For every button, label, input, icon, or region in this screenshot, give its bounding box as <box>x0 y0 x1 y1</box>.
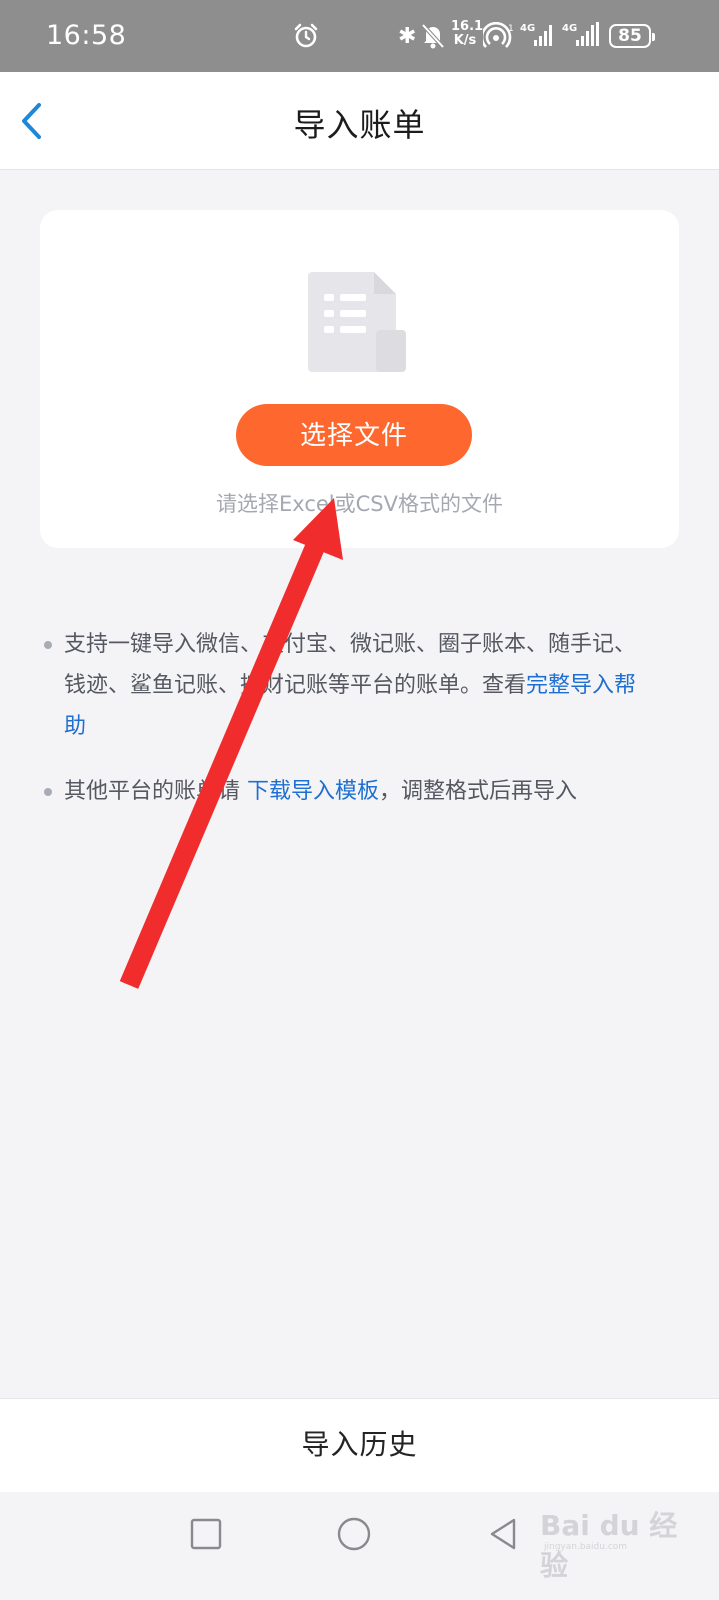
bottom-bar: 导入历史 <box>0 1398 719 1492</box>
list-item: 其他平台的账单请 下载导入模板，调整格式后再导入 <box>42 771 642 812</box>
list-item: 支持一键导入微信、支付宝、微记账、圈子账本、随手记、钱迹、鲨鱼记账、挖财记账等平… <box>42 624 642 747</box>
alarm-icon <box>294 23 318 48</box>
tip-suffix: ，调整格式后再导入 <box>379 779 578 804</box>
import-history-button[interactable]: 导入历史 <box>0 1423 719 1463</box>
network-speed: 16.1 K/s <box>451 19 484 48</box>
document-icon <box>308 272 406 372</box>
app-header: 导入账单 <box>0 72 719 170</box>
select-file-button[interactable]: 选择文件 <box>236 404 472 466</box>
tips-list: 支持一键导入微信、支付宝、微记账、圈子账本、随手记、钱迹、鲨鱼记账、挖财记账等平… <box>42 624 642 836</box>
tip-text: 其他平台的账单请 <box>64 779 247 804</box>
upload-card: 选择文件 请选择Excel或CSV格式的文件 <box>40 210 679 548</box>
bullet-dot <box>44 641 52 649</box>
status-time: 16:58 <box>46 20 127 51</box>
svg-text:1: 1 <box>508 24 513 34</box>
hotspot-icon: 1 <box>483 22 513 48</box>
download-template-link[interactable]: 下载导入模板 <box>247 779 379 804</box>
bullet-dot <box>44 788 52 796</box>
mute-icon <box>421 23 445 49</box>
signal-4g-icon: 4G <box>562 22 599 46</box>
file-format-hint: 请选择Excel或CSV格式的文件 <box>216 492 503 516</box>
bluetooth-icon: ✱ <box>398 24 417 49</box>
page-title: 导入账单 <box>293 106 426 144</box>
triangle-back-icon[interactable] <box>484 1514 524 1554</box>
status-bar: 16:58 ✱ 16.1 K/s 1 4G 4G 85 <box>0 0 719 72</box>
signal-4g-icon: 4G <box>520 23 552 46</box>
square-recent-icon[interactable] <box>186 1514 226 1554</box>
baidu-watermark: Bai du 经验 jingyan.baidu.com <box>538 1496 678 1582</box>
watermark-url: jingyan.baidu.com <box>544 1542 628 1552</box>
svg-text:4G: 4G <box>562 23 577 34</box>
svg-text:4G: 4G <box>520 23 535 34</box>
circle-home-icon[interactable] <box>334 1514 374 1554</box>
battery-icon: 85 <box>609 24 655 48</box>
